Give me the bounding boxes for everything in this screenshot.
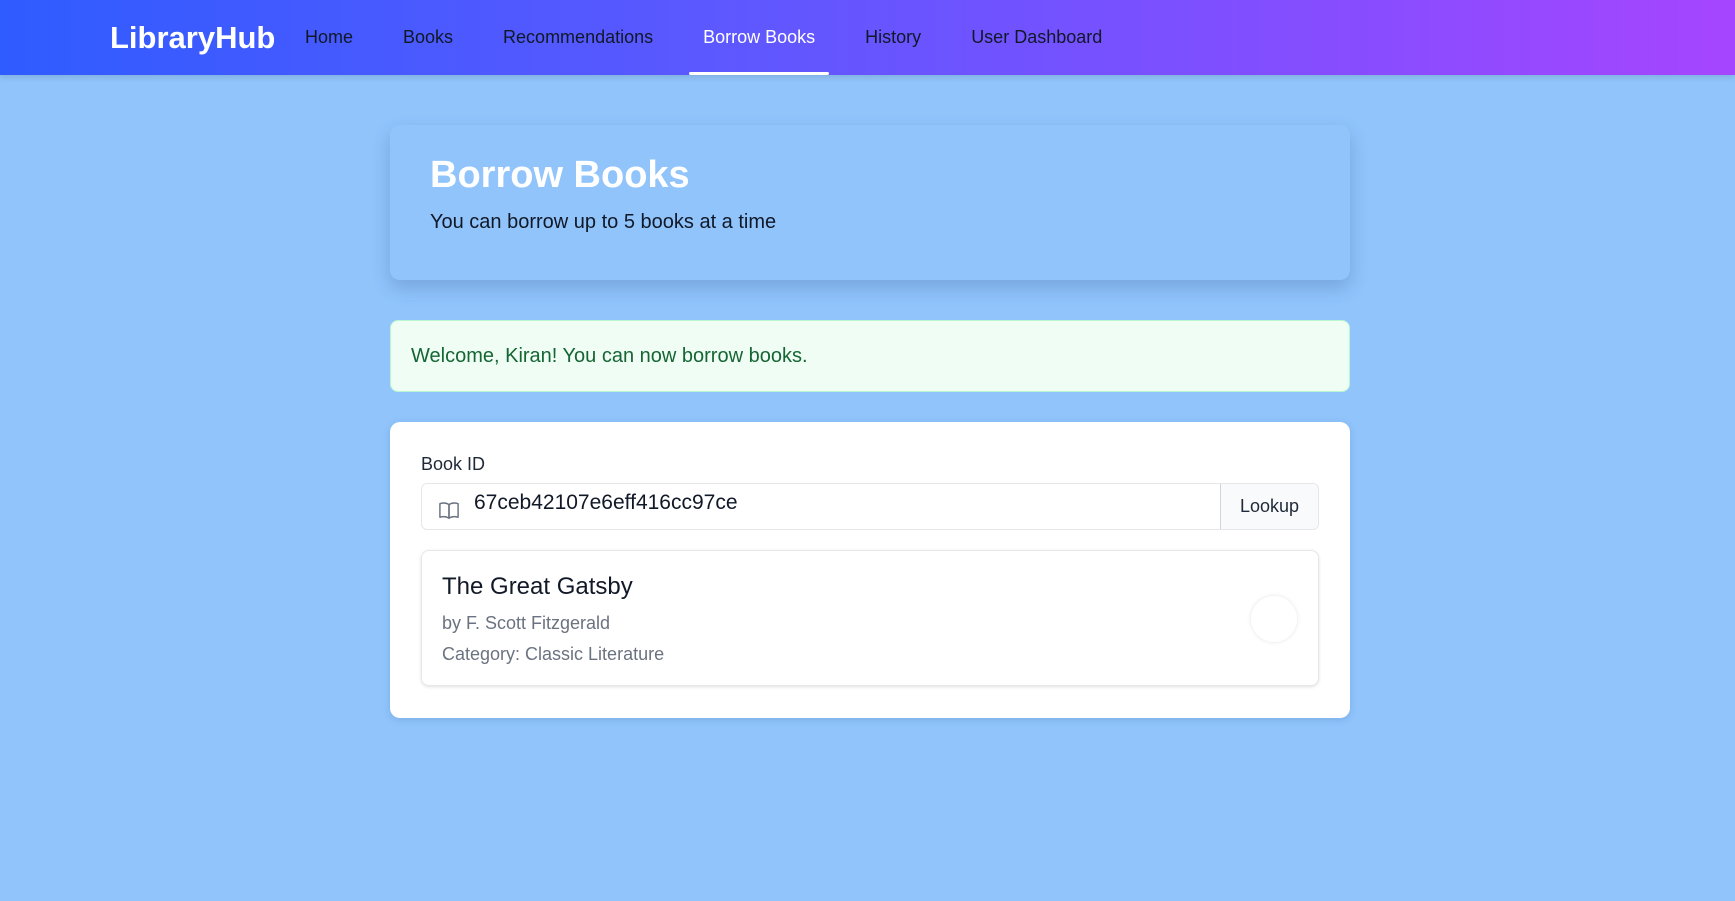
welcome-alert: Welcome, Kiran! You can now borrow books… [390,320,1350,392]
alert-message: Welcome, Kiran! You can now borrow books… [411,344,808,367]
select-book-button[interactable] [1250,595,1298,643]
book-author: by F. Scott Fitzgerald [442,613,611,633]
book-id-label: Book ID [421,454,486,474]
nav-link-books[interactable]: Books [383,0,473,75]
book-title: The Great Gatsby [442,573,633,600]
book-id-input-group: Lookup [421,483,1319,530]
top-navbar: LibraryHub Home Books Recommendations Bo… [0,0,1735,75]
book-category: Category: Classic Literature [442,644,665,664]
nav-link-history[interactable]: History [845,0,941,75]
page-subtitle: You can borrow up to 5 books at a time [430,210,777,233]
borrow-form-card: Book ID Lookup The Great Gatsby by F. Sc… [390,422,1350,718]
book-id-input-wrapper [422,484,1220,529]
page-title: Borrow Books [430,154,690,196]
book-id-input[interactable] [472,489,1220,516]
lookup-button[interactable]: Lookup [1220,484,1318,529]
book-open-icon [438,500,460,520]
nav-link-home[interactable]: Home [285,0,373,75]
book-result-card: The Great Gatsby by F. Scott Fitzgerald … [421,550,1319,686]
nav-link-borrow-books[interactable]: Borrow Books [683,0,835,75]
nav-link-user-dashboard[interactable]: User Dashboard [951,0,1122,75]
page-header-card: Borrow Books You can borrow up to 5 book… [390,125,1350,280]
nav-links: Home Books Recommendations Borrow Books … [285,0,1132,75]
nav-link-recommendations[interactable]: Recommendations [483,0,673,75]
brand-logo[interactable]: LibraryHub [110,0,275,75]
